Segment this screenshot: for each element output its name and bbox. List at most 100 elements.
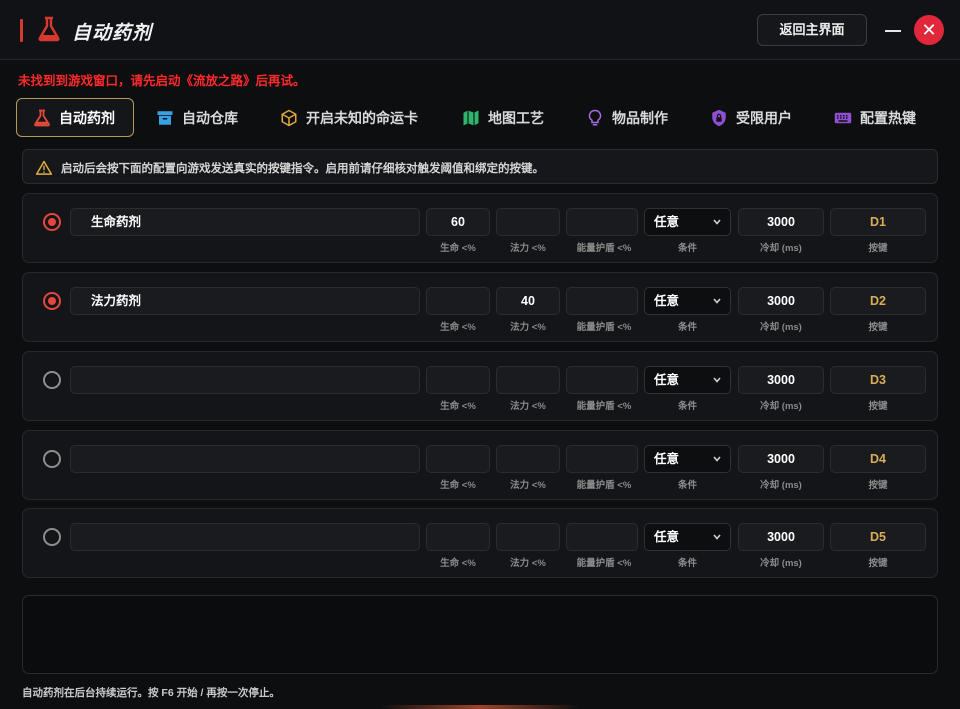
- flask-name-input[interactable]: [70, 445, 420, 473]
- life-caption: 生命 <%: [440, 480, 476, 491]
- chevron-down-icon: [713, 377, 721, 383]
- life-threshold-input[interactable]: [426, 366, 490, 394]
- status-text: 自动药剂在后台持续运行。按 F6 开始 / 再按一次停止。: [22, 687, 280, 699]
- cooldown-input[interactable]: 3000: [738, 366, 824, 394]
- mana-caption: 法力 <%: [510, 480, 546, 491]
- chevron-down-icon: [713, 298, 721, 304]
- shield-threshold-input[interactable]: [566, 445, 638, 473]
- cooldown-input[interactable]: 3000: [738, 445, 824, 473]
- flask-name-input[interactable]: 法力药剂: [70, 287, 420, 315]
- cooldown-caption: 冷却 (ms): [760, 401, 802, 412]
- condition-caption: 条件: [677, 243, 697, 254]
- enable-radio[interactable]: [43, 371, 61, 389]
- shield-threshold-input[interactable]: [566, 366, 638, 394]
- key-binding-button[interactable]: D3: [830, 366, 926, 394]
- life-caption: 生命 <%: [440, 558, 476, 569]
- enable-radio[interactable]: [43, 292, 61, 310]
- cooldown-input[interactable]: 3000: [738, 523, 824, 551]
- condition-select[interactable]: 任意: [644, 287, 731, 315]
- tab-map-crafting[interactable]: 地图工艺: [446, 98, 544, 137]
- key-binding-button[interactable]: D5: [830, 523, 926, 551]
- archive-box-icon: [157, 110, 173, 125]
- life-caption: 生命 <%: [440, 401, 476, 412]
- mana-threshold-input[interactable]: 40: [496, 287, 560, 315]
- flask-icon: [34, 109, 50, 126]
- mana-threshold-input[interactable]: [496, 445, 560, 473]
- condition-caption: 条件: [677, 401, 697, 412]
- shield-threshold-input[interactable]: [566, 208, 638, 236]
- condition-value: 任意: [654, 215, 680, 229]
- life-threshold-input[interactable]: [426, 523, 490, 551]
- shield-caption: 能量护盾 <%: [576, 558, 632, 569]
- cooldown-input[interactable]: 3000: [738, 287, 824, 315]
- flask-row: 任意 3000 D4 生命 <% 法力 <% 能量护盾 <% 条件 冷却 (ms…: [22, 430, 938, 500]
- condition-value: 任意: [654, 373, 680, 387]
- flask-name-input[interactable]: [70, 366, 420, 394]
- mana-caption: 法力 <%: [510, 558, 546, 569]
- close-button[interactable]: ✕: [914, 15, 944, 45]
- mana-caption: 法力 <%: [510, 322, 546, 333]
- lock-shield-icon: [712, 109, 726, 126]
- shield-threshold-input[interactable]: [566, 287, 638, 315]
- tab-hotkeys[interactable]: 配置热键: [818, 98, 916, 137]
- mana-threshold-input[interactable]: [496, 523, 560, 551]
- flask-row: 任意 3000 D3 生命 <% 法力 <% 能量护盾 <% 条件 冷却 (ms…: [22, 351, 938, 421]
- condition-select[interactable]: 任意: [644, 208, 731, 236]
- life-threshold-input[interactable]: 60: [426, 208, 490, 236]
- mana-caption: 法力 <%: [510, 243, 546, 254]
- shield-caption: 能量护盾 <%: [576, 322, 632, 333]
- cooldown-input[interactable]: 3000: [738, 208, 824, 236]
- key-caption: 按键: [868, 401, 888, 412]
- tab-label: 配置热键: [860, 109, 916, 126]
- enable-radio[interactable]: [43, 450, 61, 468]
- key-binding-button[interactable]: D4: [830, 445, 926, 473]
- key-binding-button[interactable]: D1: [830, 208, 926, 236]
- shield-caption: 能量护盾 <%: [576, 401, 632, 412]
- tab-label: 物品制作: [612, 109, 668, 126]
- title-accent-bar: [20, 19, 23, 42]
- mana-threshold-input[interactable]: [496, 208, 560, 236]
- condition-select[interactable]: 任意: [644, 366, 731, 394]
- shield-caption: 能量护盾 <%: [576, 243, 632, 254]
- lightbulb-icon: [588, 109, 602, 125]
- condition-caption: 条件: [677, 322, 697, 333]
- tab-item-crafting[interactable]: 物品制作: [570, 98, 668, 137]
- key-binding-button[interactable]: D2: [830, 287, 926, 315]
- cooldown-caption: 冷却 (ms): [760, 558, 802, 569]
- tab-auto-stash[interactable]: 自动仓库: [140, 98, 238, 137]
- tab-divination-cards[interactable]: 开启未知的命运卡: [264, 98, 418, 137]
- minimize-button[interactable]: [882, 22, 904, 38]
- flask-name-input[interactable]: 生命药剂: [70, 208, 420, 236]
- cooldown-caption: 冷却 (ms): [760, 480, 802, 491]
- life-threshold-input[interactable]: [426, 445, 490, 473]
- condition-select[interactable]: 任意: [644, 445, 731, 473]
- flask-name-input[interactable]: [70, 523, 420, 551]
- life-caption: 生命 <%: [440, 243, 476, 254]
- back-to-main-button[interactable]: 返回主界面: [757, 14, 867, 46]
- chevron-down-icon: [713, 219, 721, 225]
- log-output-area[interactable]: [22, 595, 938, 674]
- life-caption: 生命 <%: [440, 322, 476, 333]
- tab-label: 开启未知的命运卡: [306, 109, 418, 126]
- key-caption: 按键: [868, 558, 888, 569]
- flask-row: 生命药剂 60 任意 3000 D1 生命 <% 法力 <% 能量护盾 <% 条…: [22, 193, 938, 263]
- condition-value: 任意: [654, 530, 680, 544]
- shield-caption: 能量护盾 <%: [576, 480, 632, 491]
- enable-radio[interactable]: [43, 213, 61, 231]
- warning-icon: [36, 160, 52, 175]
- map-icon: [463, 110, 479, 125]
- warning-notice: 启动后会按下面的配置向游戏发送真实的按键指令。启用前请仔细核对触发阈值和绑定的按…: [22, 149, 938, 184]
- flask-row: 法力药剂 40 任意 3000 D2 生命 <% 法力 <% 能量护盾 <% 条…: [22, 272, 938, 342]
- tab-restricted-users[interactable]: 受限用户: [694, 98, 792, 137]
- cube-icon: [281, 109, 297, 126]
- chevron-down-icon: [713, 534, 721, 540]
- life-threshold-input[interactable]: [426, 287, 490, 315]
- title-bar: 自动药剂 返回主界面 ✕: [0, 0, 960, 60]
- enable-radio[interactable]: [43, 528, 61, 546]
- condition-select[interactable]: 任意: [644, 523, 731, 551]
- tab-auto-flask[interactable]: 自动药剂: [16, 98, 134, 137]
- key-caption: 按键: [868, 480, 888, 491]
- key-caption: 按键: [868, 322, 888, 333]
- mana-threshold-input[interactable]: [496, 366, 560, 394]
- shield-threshold-input[interactable]: [566, 523, 638, 551]
